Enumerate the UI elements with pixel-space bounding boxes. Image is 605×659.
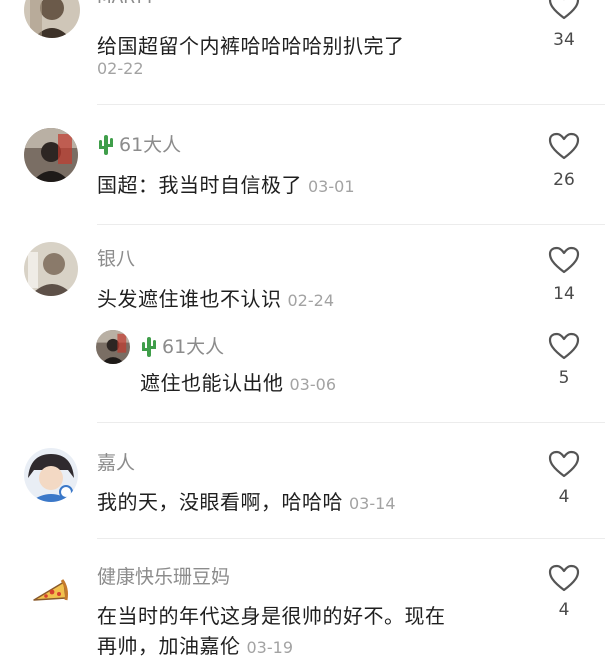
like-count: 14	[553, 284, 575, 304]
heart-icon[interactable]	[548, 0, 580, 20]
avatar[interactable]	[24, 128, 78, 182]
comment-text[interactable]: 我的天，没眼看啊，哈哈哈 03-14	[97, 486, 396, 515]
avatar[interactable]	[24, 0, 80, 38]
cactus-icon	[97, 133, 115, 155]
avatar[interactable]	[30, 572, 70, 606]
avatar[interactable]	[96, 330, 130, 364]
like-count: 4	[558, 487, 570, 507]
heart-icon[interactable]	[548, 246, 580, 274]
heart-icon[interactable]	[548, 332, 580, 360]
username[interactable]: 61大人	[97, 130, 181, 157]
divider	[97, 422, 605, 423]
comment-body: 我的天，没眼看啊，哈哈哈	[97, 490, 343, 514]
username[interactable]: 61大人	[140, 332, 224, 359]
username[interactable]: 银八	[97, 244, 135, 271]
comment-body: 再帅，加油嘉伦	[97, 634, 241, 658]
avatar[interactable]	[24, 448, 78, 502]
comment-body: 头发遮住谁也不认识	[97, 287, 282, 311]
heart-icon[interactable]	[548, 132, 580, 160]
comment-date: 02-22	[97, 59, 144, 78]
divider	[97, 538, 605, 539]
comment-body: 遮住也能认出他	[140, 371, 284, 395]
username-label: 61大人	[119, 134, 182, 156]
like-count: 4	[558, 600, 570, 620]
comment-text[interactable]: 头发遮住谁也不认识 02-24	[97, 283, 334, 312]
cactus-icon	[140, 335, 158, 357]
like-count: 26	[553, 170, 575, 190]
username-label: 61大人	[162, 336, 225, 358]
avatar[interactable]	[24, 242, 78, 296]
comment-text-line2[interactable]: 再帅，加油嘉伦 03-19	[97, 630, 293, 659]
comment-text[interactable]: 给国超留个内裤哈哈哈哈别扒完了	[97, 30, 405, 59]
comment-date: 02-24	[287, 291, 335, 310]
comment-date: 03-01	[308, 177, 355, 196]
comment-body: 国超：我当时自信极了	[97, 173, 302, 197]
comment-text[interactable]: 国超：我当时自信极了 03-01	[97, 169, 355, 198]
username[interactable]: 健康快乐珊豆妈	[97, 562, 230, 589]
comment-text[interactable]: 在当时的年代这身是很帅的好不。现在	[97, 600, 446, 629]
username[interactable]: 嘉人	[97, 448, 135, 475]
divider	[97, 224, 605, 225]
heart-icon[interactable]	[548, 564, 580, 592]
username[interactable]: MARYT	[97, 0, 155, 8]
heart-icon[interactable]	[548, 450, 580, 478]
divider	[97, 104, 605, 105]
pizza-icon	[33, 579, 68, 601]
comment-date: 03-14	[349, 494, 396, 513]
like-count: 34	[553, 30, 575, 50]
comment-text[interactable]: 遮住也能认出他 03-06	[140, 367, 336, 396]
comment-date: 03-06	[289, 375, 337, 394]
like-count: 5	[558, 368, 570, 388]
comment-date: 03-19	[246, 638, 294, 657]
